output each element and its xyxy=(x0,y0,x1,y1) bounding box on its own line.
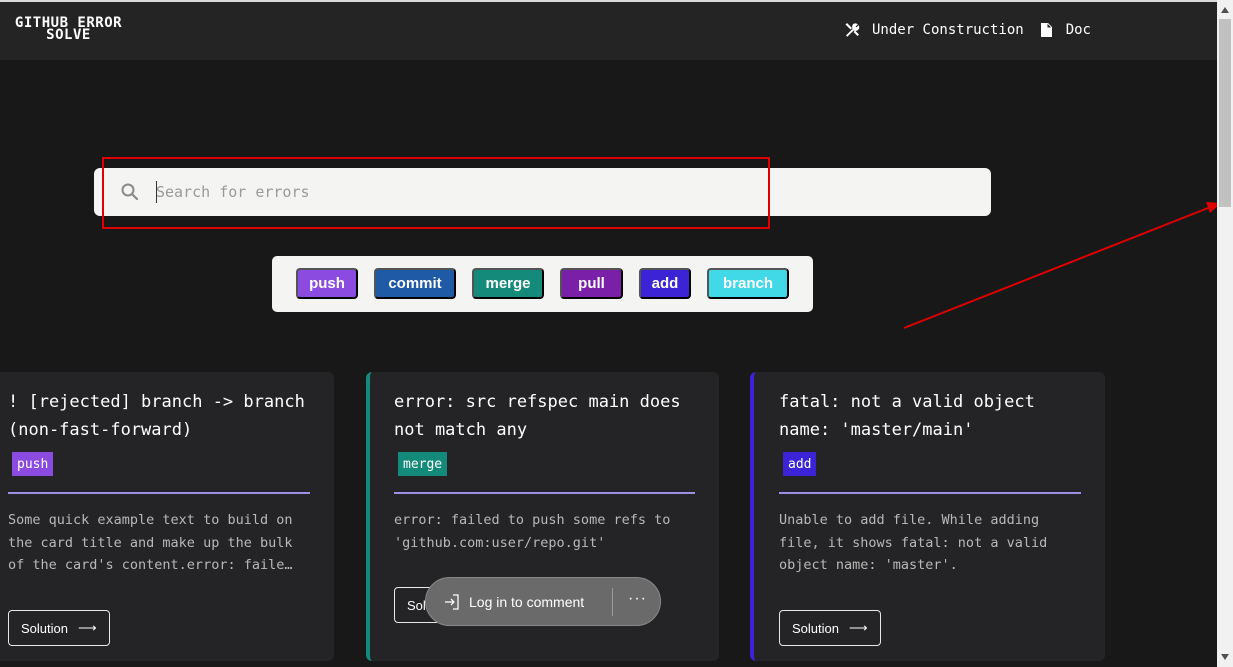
error-card: fatal: not a valid object name: 'master/… xyxy=(750,372,1105,661)
tag-button-pull[interactable]: pull xyxy=(560,268,623,299)
more-options-button[interactable]: ··· xyxy=(628,590,647,608)
card-divider xyxy=(8,492,310,494)
site-logo[interactable]: GITHUB ERROR SOLVE xyxy=(0,16,141,42)
solution-button-label: Solution xyxy=(21,620,68,636)
scrollbar-thumb[interactable] xyxy=(1219,19,1231,207)
scroll-up-arrow-icon[interactable] xyxy=(1217,2,1233,18)
solution-button[interactable]: Solution ⟶ xyxy=(8,610,110,646)
document-icon xyxy=(1040,23,1052,37)
card-description: Unable to add file. While adding file, i… xyxy=(779,512,1048,573)
tag-button-add[interactable]: add xyxy=(639,268,691,299)
tag-filter-panel: push commit merge pull add branch xyxy=(272,256,813,312)
arrow-right-icon: ⟶ xyxy=(848,620,868,635)
card-title[interactable]: error: src refspec main does not match a… xyxy=(394,388,694,444)
card-divider xyxy=(394,492,695,494)
card-divider xyxy=(779,492,1081,494)
tag-button-push[interactable]: push xyxy=(296,268,358,299)
error-card: ! [rejected] branch -> branch (non-fast-… xyxy=(0,372,334,661)
comment-bar: Log in to comment ··· xyxy=(425,577,661,626)
card-tag: merge xyxy=(398,452,448,476)
card-description: error: failed to push some refs to 'gith… xyxy=(394,512,671,551)
nav-links: Under Construction Doc xyxy=(844,22,1091,38)
card-tag: add xyxy=(783,452,817,476)
navbar: GITHUB ERROR SOLVE Under Construction Do… xyxy=(0,2,1217,60)
tag-button-commit[interactable]: commit xyxy=(374,268,456,299)
tag-button-merge[interactable]: merge xyxy=(472,268,544,299)
card-title[interactable]: ! [rejected] branch -> branch (non-fast-… xyxy=(8,388,308,444)
solution-button-label: Solution xyxy=(792,620,839,636)
nav-link-doc[interactable]: Doc xyxy=(1038,22,1091,38)
scrollbar[interactable] xyxy=(1217,0,1233,667)
card-title[interactable]: fatal: not a valid object name: 'master/… xyxy=(779,388,1079,444)
tag-button-branch[interactable]: branch xyxy=(707,268,789,299)
solution-button[interactable]: Solution ⟶ xyxy=(779,610,881,646)
scroll-down-arrow-icon[interactable] xyxy=(1217,649,1233,665)
annotation-highlight-box xyxy=(102,157,770,229)
card-description: Some quick example text to build on the … xyxy=(8,512,293,573)
login-to-comment-link[interactable]: Log in to comment xyxy=(469,594,584,610)
arrow-right-icon: ⟶ xyxy=(77,620,97,635)
card-tag: push xyxy=(12,452,54,476)
comment-bar-separator xyxy=(612,588,613,616)
nav-link-under-construction[interactable]: Under Construction xyxy=(844,22,1024,38)
tools-icon xyxy=(845,23,860,37)
login-icon xyxy=(445,594,459,610)
nav-link-label: Doc xyxy=(1065,22,1091,38)
nav-link-label: Under Construction xyxy=(871,22,1024,38)
